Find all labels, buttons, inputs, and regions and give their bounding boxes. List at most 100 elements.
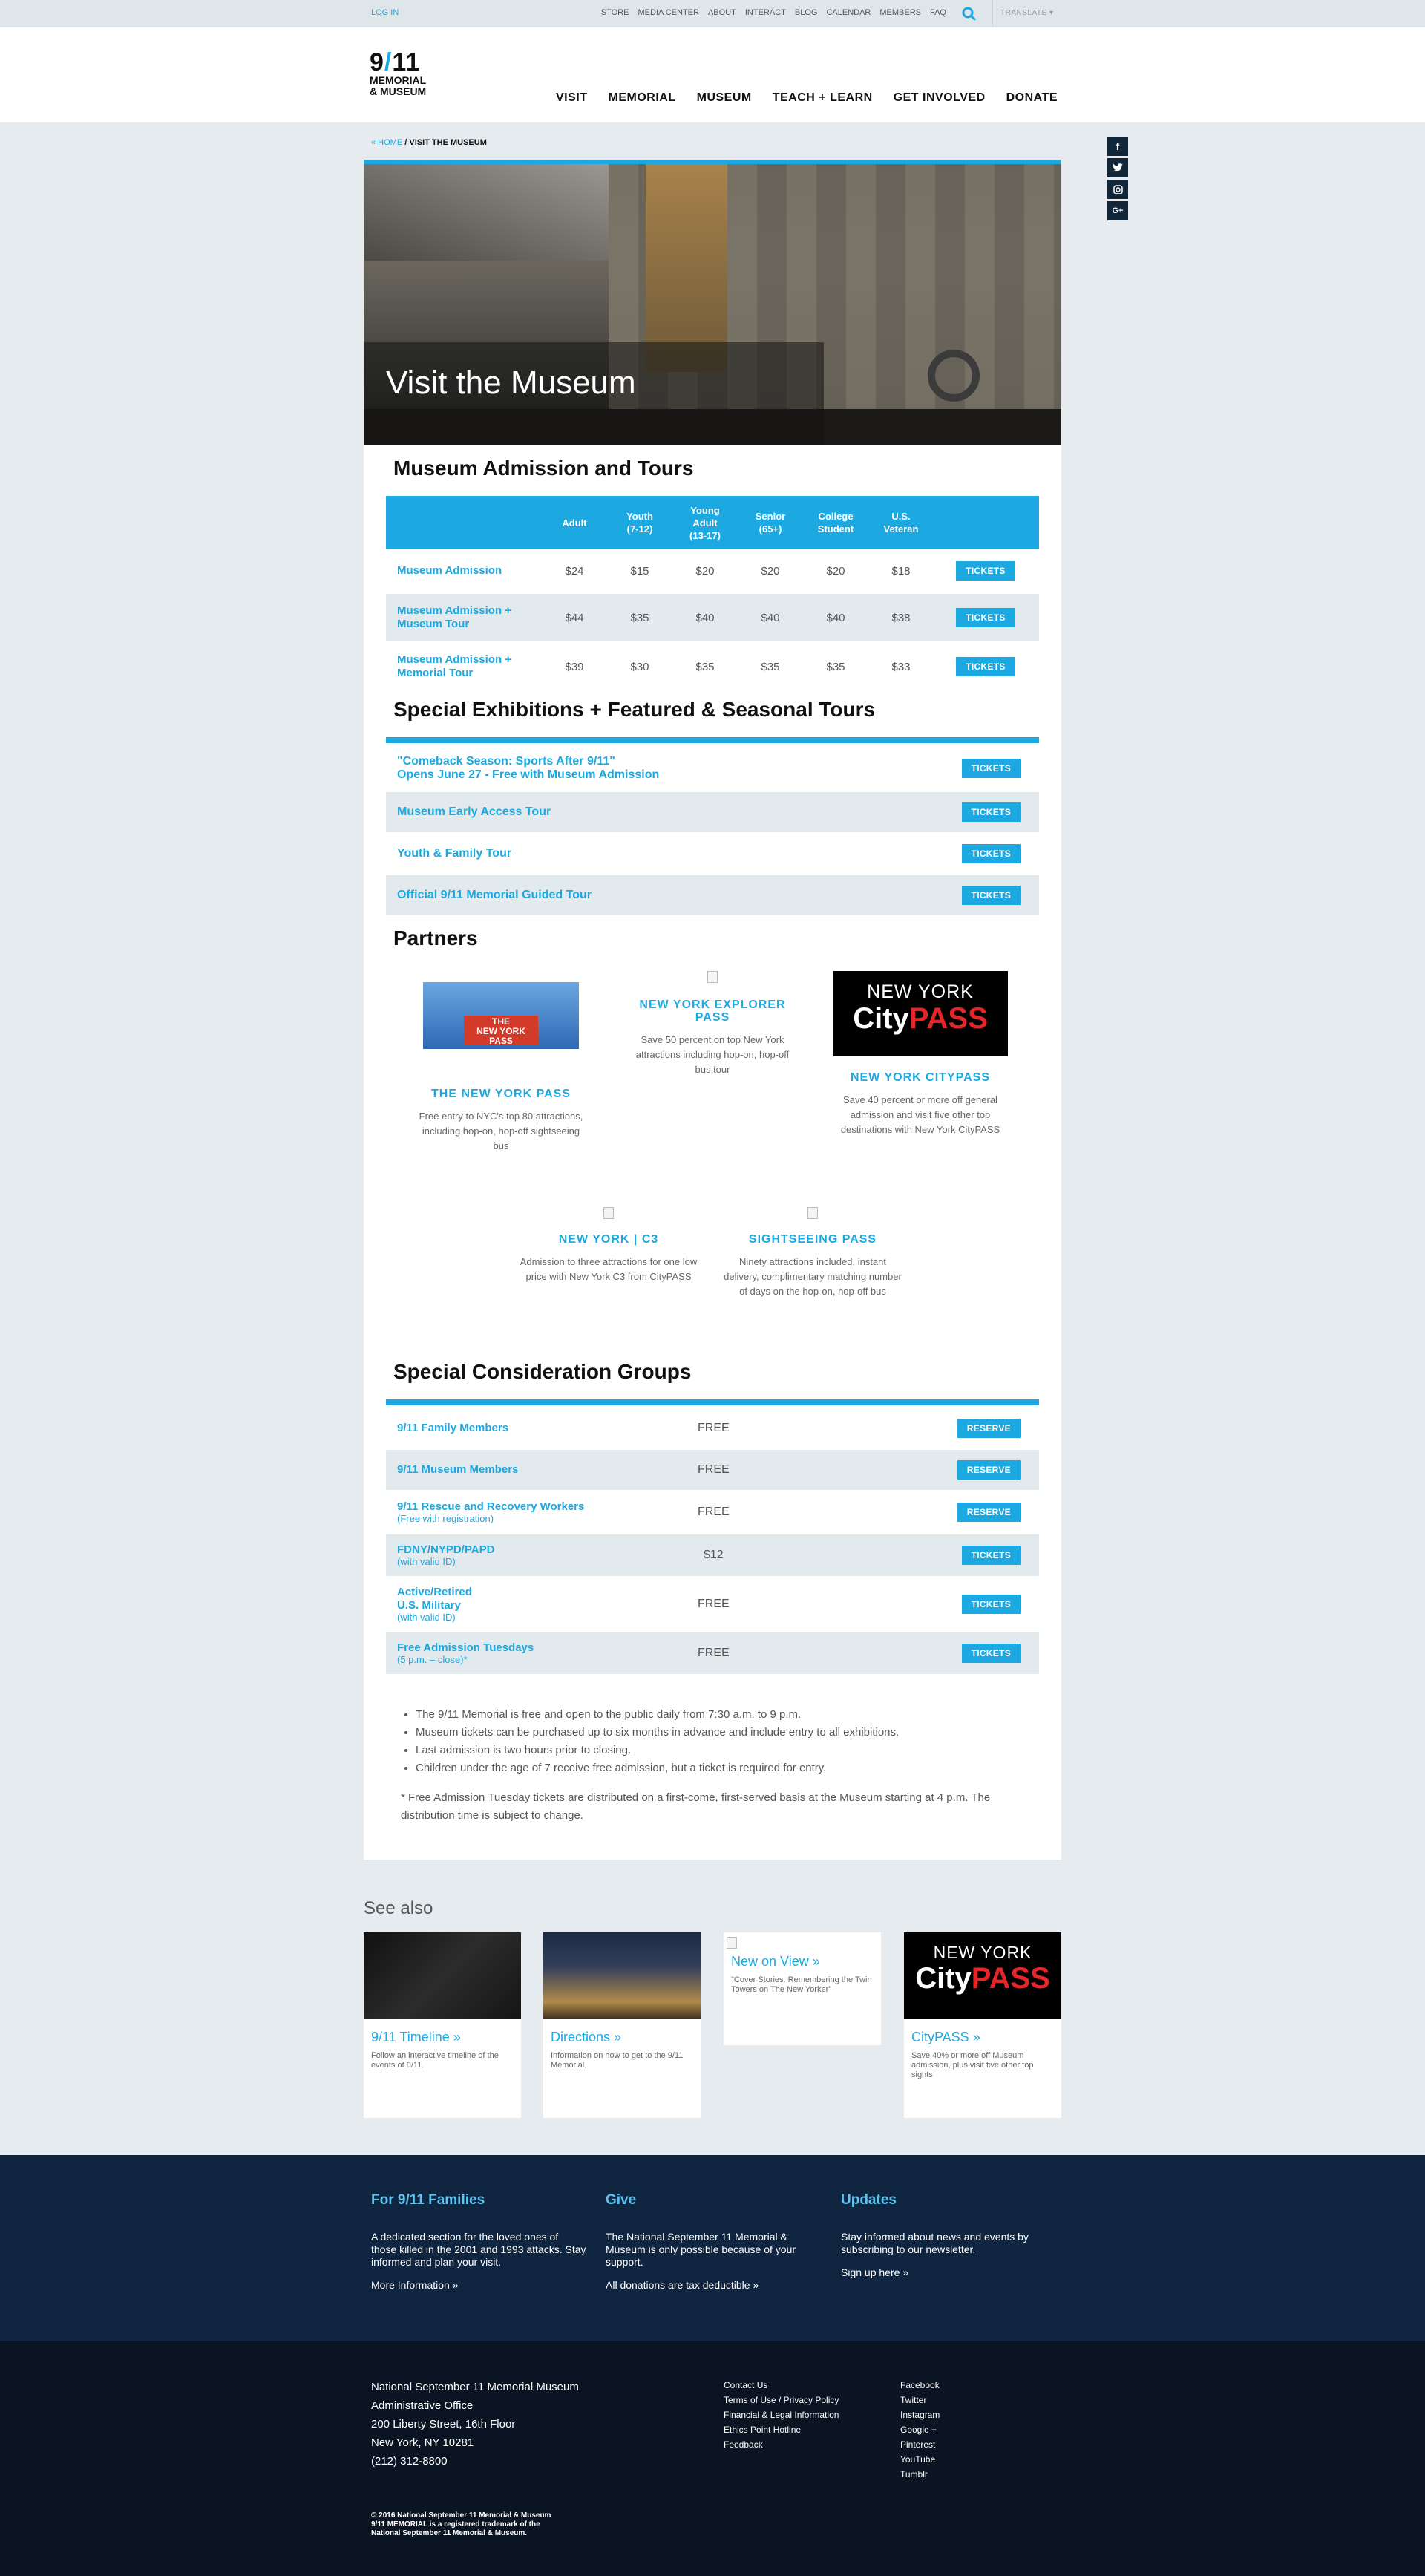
partner-name[interactable]: SIGHTSEEING PASS [724, 1233, 902, 1246]
row-label-memorial-tour[interactable]: Museum Admission + Memorial Tour [397, 653, 511, 679]
util-nav-interact[interactable]: INTERACT [745, 8, 786, 17]
footer-link-contact[interactable]: Contact Us [724, 2380, 767, 2390]
footer-facebook-link[interactable]: Facebook [900, 2380, 940, 2390]
partner-logo-image[interactable] [707, 971, 718, 983]
nav-visit[interactable]: VISIT [556, 91, 588, 105]
table-row: Museum Admission $24 $15 $20 $20 $20 $18… [386, 549, 1039, 594]
donations-link[interactable]: All donations are tax deductible » [606, 2279, 759, 2291]
group-rescue-workers[interactable]: 9/11 Rescue and Recovery Workers [397, 1500, 698, 1514]
footer-address: National September 11 Memorial Museum Ad… [371, 2381, 579, 2468]
footer-pinterest-link[interactable]: Pinterest [900, 2439, 935, 2450]
util-nav-faq[interactable]: FAQ [930, 8, 946, 17]
footer-link-feedback[interactable]: Feedback [724, 2439, 763, 2450]
tickets-button[interactable]: TICKETS [961, 1644, 1021, 1663]
tickets-button[interactable]: TICKETS [961, 802, 1021, 822]
copyright: © 2016 National September 11 Memorial & … [371, 2511, 551, 2537]
nav-museum[interactable]: MUSEUM [697, 91, 752, 105]
reserve-button[interactable]: RESERVE [957, 1419, 1021, 1438]
group-fdny-nypd-papd[interactable]: FDNY/NYPD/PAPD [397, 1543, 698, 1557]
see-also-card-directions[interactable]: Directions » Information on how to get t… [543, 1932, 701, 2118]
list-item: Free Admission Tuesdays (5 p.m. – close)*… [386, 1632, 1039, 1676]
util-nav-blog[interactable]: BLOG [795, 8, 818, 17]
search-button[interactable] [951, 0, 988, 27]
hero-banner: Visit the Museum [364, 160, 1061, 445]
google-plus-icon[interactable]: G+ [1107, 201, 1128, 220]
list-item: 9/11 Rescue and Recovery Workers (Free wi… [386, 1491, 1039, 1534]
partner-name[interactable]: NEW YORK CITYPASS [824, 1071, 1017, 1084]
partner-logo-image[interactable] [808, 1207, 818, 1219]
site-logo[interactable]: 9/11 MEMORIAL & MUSEUM [370, 50, 466, 109]
utility-bar: LOG IN STORE MEDIA CENTER ABOUT INTERACT… [0, 0, 1425, 27]
reserve-button[interactable]: RESERVE [957, 1503, 1021, 1522]
tickets-button[interactable]: TICKETS [956, 608, 1015, 627]
row-label-museum-tour[interactable]: Museum Admission + Museum Tour [397, 604, 511, 630]
login-link[interactable]: LOG IN [371, 8, 399, 17]
citypass-thumbnail: NEW YORK CityPASS [904, 1932, 1061, 2019]
nav-get-involved[interactable]: GET INVOLVED [894, 91, 986, 105]
partners-heading: Partners [393, 926, 478, 949]
util-nav-media-center[interactable]: MEDIA CENTER [638, 8, 699, 17]
tickets-button[interactable]: TICKETS [961, 1595, 1021, 1614]
util-nav-about[interactable]: ABOUT [708, 8, 736, 17]
footer-link-terms[interactable]: Terms of Use / Privacy Policy [724, 2395, 839, 2405]
exhibition-guided-tour[interactable]: Official 9/11 Memorial Guided Tour [397, 889, 592, 902]
footer-tumblr-link[interactable]: Tumblr [900, 2469, 928, 2479]
tickets-button[interactable]: TICKETS [961, 1546, 1021, 1565]
translate-dropdown[interactable]: TRANSLATE ▾ [992, 0, 1074, 27]
util-nav-members[interactable]: MEMBERS [879, 8, 921, 17]
twitter-icon[interactable] [1107, 158, 1128, 177]
nav-teach-learn[interactable]: TEACH + LEARN [773, 91, 873, 105]
newsletter-signup-link[interactable]: Sign up here » [841, 2266, 908, 2278]
partner-logo-image[interactable] [603, 1207, 614, 1219]
search-icon [962, 7, 977, 21]
see-also-card-new-on-view[interactable]: New on View » "Cover Stories: Rememberin… [724, 1932, 881, 2045]
group-museum-members[interactable]: 9/11 Museum Members [397, 1463, 518, 1476]
see-also-card-citypass[interactable]: NEW YORK CityPASS CityPASS » Save 40% or… [904, 1932, 1061, 2118]
exhibition-youth-family-tour[interactable]: Youth & Family Tour [397, 847, 511, 860]
footer-googleplus-link[interactable]: Google + [900, 2425, 937, 2435]
partner-explorer-pass: NEW YORK EXPLORER PASS Save 50 percent o… [627, 971, 798, 1077]
nav-donate[interactable]: DONATE [1006, 91, 1058, 105]
partner-name[interactable]: NEW YORK EXPLORER PASS [627, 998, 798, 1024]
breadcrumb-home[interactable]: « HOME [371, 138, 402, 147]
tickets-button[interactable]: TICKETS [956, 657, 1015, 676]
tickets-button[interactable]: TICKETS [961, 886, 1021, 905]
footer-link-financial[interactable]: Financial & Legal Information [724, 2410, 839, 2420]
list-item: "Comeback Season: Sports After 9/11" Ope… [386, 746, 1039, 792]
group-free-tuesdays[interactable]: Free Admission Tuesdays [397, 1641, 698, 1655]
new-york-pass-logo[interactable]: THE NEW YORK PASS [423, 971, 579, 1071]
note-item: Last admission is two hours prior to clo… [416, 1742, 1024, 1759]
partner-name[interactable]: NEW YORK | C3 [520, 1233, 698, 1246]
citypass-logo[interactable]: NEW YORK CityPASS [833, 971, 1008, 1056]
instagram-icon[interactable] [1107, 180, 1128, 199]
group-family-members[interactable]: 9/11 Family Members [397, 1422, 508, 1434]
footer-link-ethics[interactable]: Ethics Point Hotline [724, 2425, 801, 2435]
footer-youtube-link[interactable]: YouTube [900, 2454, 935, 2465]
families-more-link[interactable]: More Information » [371, 2279, 459, 2291]
row-label-museum-admission[interactable]: Museum Admission [397, 564, 502, 577]
partner-name[interactable]: THE NEW YORK PASS [416, 1088, 586, 1100]
util-nav-store[interactable]: STORE [601, 8, 629, 17]
note-item: Museum tickets can be purchased up to si… [416, 1724, 1024, 1742]
utility-nav: STORE MEDIA CENTER ABOUT INTERACT BLOG C… [601, 8, 946, 17]
footer-links: Contact Us Terms of Use / Privacy Policy… [724, 2378, 839, 2452]
admission-heading: Museum Admission and Tours [393, 457, 694, 480]
facebook-icon[interactable]: f [1107, 137, 1128, 156]
tickets-button[interactable]: TICKETS [961, 844, 1021, 863]
exhibition-early-access-tour[interactable]: Museum Early Access Tour [397, 805, 551, 819]
footer-twitter-link[interactable]: Twitter [900, 2395, 926, 2405]
site-footer [0, 2341, 1425, 2576]
tickets-button[interactable]: TICKETS [961, 759, 1021, 778]
see-also-card-timeline[interactable]: 9/11 Timeline » Follow an interactive ti… [364, 1932, 521, 2118]
reserve-button[interactable]: RESERVE [957, 1460, 1021, 1480]
see-also-heading: See also [364, 1898, 433, 1918]
list-item: Active/Retired U.S. Military (with valid … [386, 1578, 1039, 1632]
exhibition-comeback-season[interactable]: "Comeback Season: Sports After 9/11" Ope… [397, 755, 659, 782]
tickets-button[interactable]: TICKETS [956, 561, 1015, 581]
footer-instagram-link[interactable]: Instagram [900, 2410, 940, 2420]
nav-memorial[interactable]: MEMORIAL [609, 91, 676, 105]
admission-table: Adult Youth (7-12) Young Adult (13-17) S… [386, 496, 1039, 692]
group-military[interactable]: Active/Retired U.S. Military [397, 1586, 698, 1612]
util-nav-calendar[interactable]: CALENDAR [826, 8, 871, 17]
partner-c3: NEW YORK | C3 Admission to three attract… [520, 1207, 698, 1284]
